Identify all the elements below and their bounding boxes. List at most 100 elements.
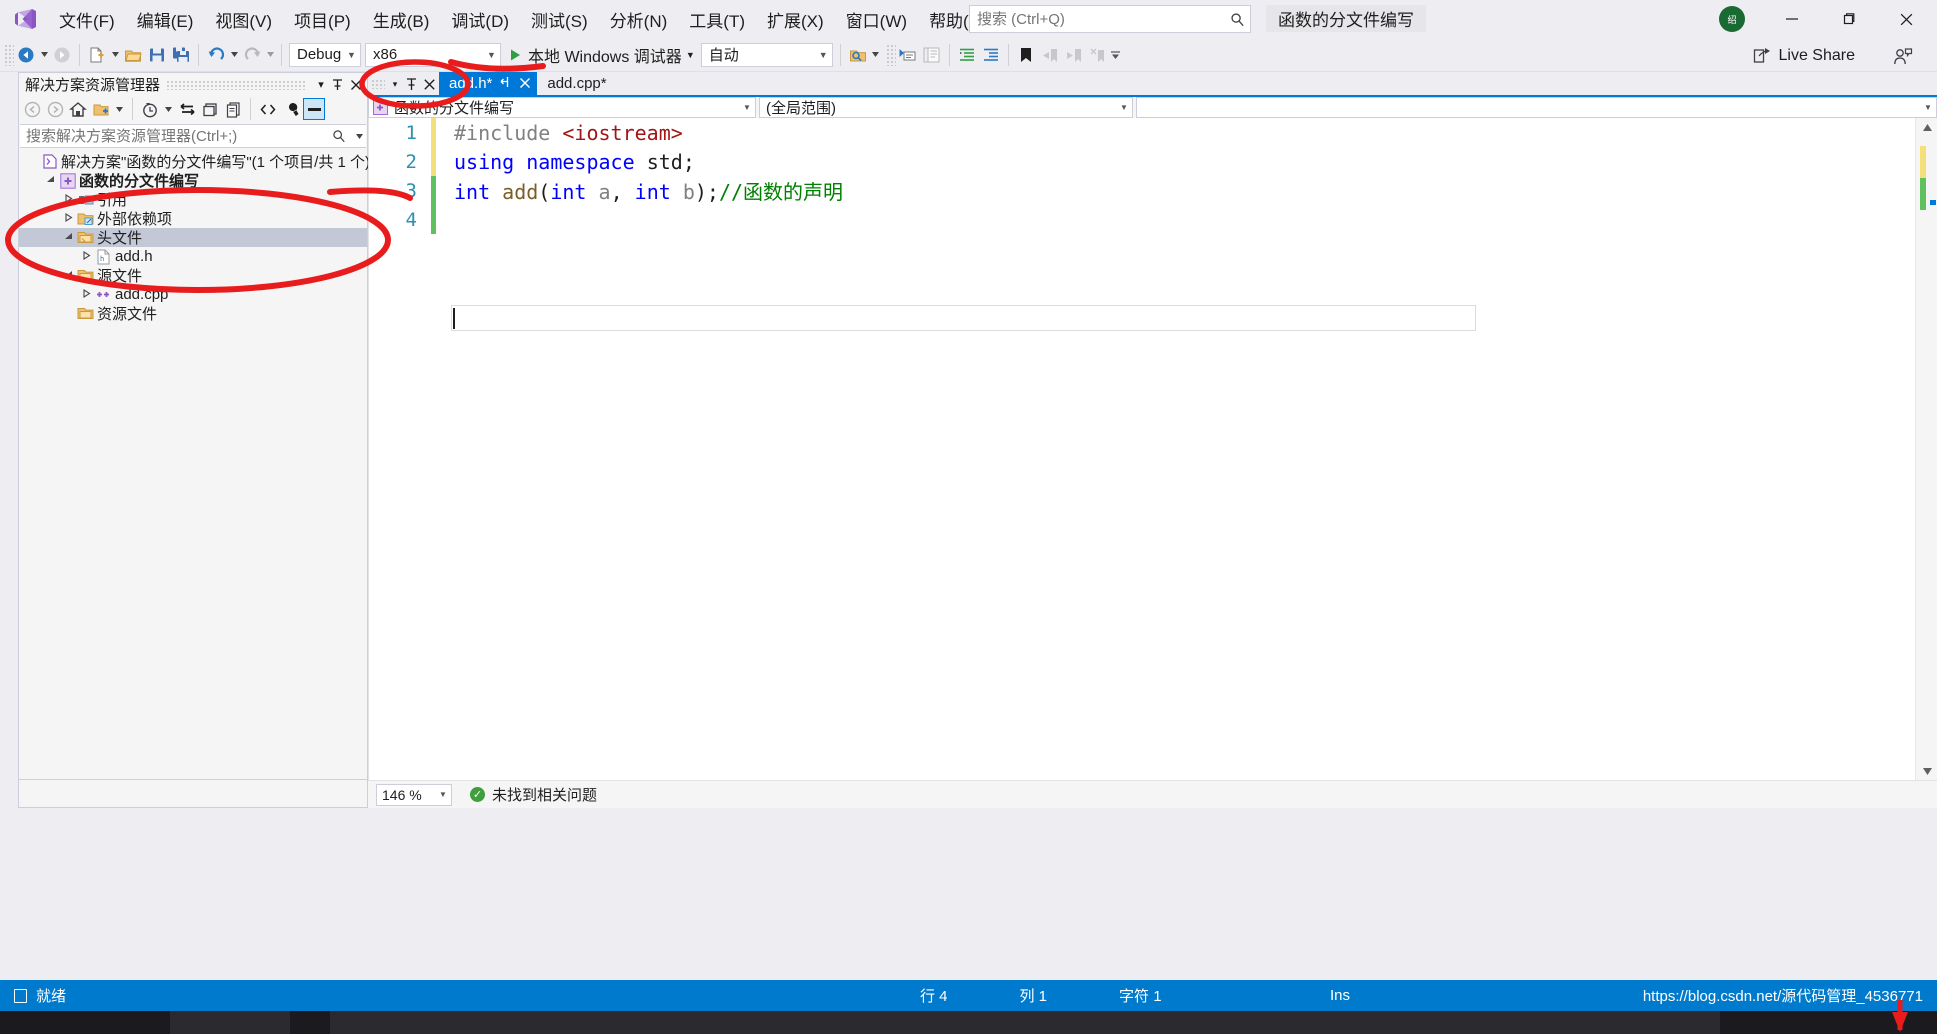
toggle-bookmark-icon[interactable]	[1014, 42, 1038, 68]
pin-icon[interactable]	[329, 75, 345, 95]
code-line[interactable]: 3 int add(int a, int b);//函数的声明	[369, 176, 1915, 205]
navbar-project-combo[interactable]: 函数的分文件编写 ▼	[368, 97, 756, 118]
navbar-member-combo[interactable]: ▼	[1136, 97, 1937, 118]
save-all-icon[interactable]	[169, 42, 193, 68]
chevron-collapsed-icon[interactable]	[61, 193, 76, 205]
pending-changes-dropdown-icon[interactable]	[162, 98, 175, 120]
increase-indent-icon[interactable]	[955, 42, 979, 68]
close-icon[interactable]	[1883, 0, 1929, 38]
find-in-files-icon[interactable]	[846, 42, 870, 68]
document-tab-add-cpp[interactable]: add.cpp*	[537, 72, 612, 95]
tree-node-8[interactable]: 资源文件	[19, 304, 367, 323]
zoom-level-combo[interactable]: 146 % ▼	[376, 783, 452, 806]
new-project-dropdown-icon[interactable]	[109, 42, 121, 68]
code-editor[interactable]: 1 #include <iostream> 2 using namespace std…	[368, 118, 1937, 780]
menu-item-build[interactable]: 生成(B)	[362, 3, 441, 36]
search-input[interactable]	[970, 6, 1224, 32]
menu-item-file[interactable]: 文件(F)	[48, 3, 126, 36]
solution-explorer-search-input[interactable]	[20, 125, 326, 147]
chevron-collapsed-icon[interactable]	[79, 288, 94, 300]
code-line[interactable]: 4	[369, 205, 1915, 234]
menu-item-test[interactable]: 测试(S)	[520, 3, 599, 36]
code-line[interactable]: 1 #include <iostream>	[369, 118, 1915, 147]
tree-node-6[interactable]: 源文件	[19, 266, 367, 285]
minimize-icon[interactable]	[1769, 0, 1815, 38]
menu-item-debug[interactable]: 调试(D)	[440, 3, 520, 36]
decrease-indent-icon[interactable]	[979, 42, 1003, 68]
feedback-person-icon[interactable]	[1889, 44, 1917, 68]
undo-icon[interactable]	[204, 42, 228, 68]
tree-node-5[interactable]: h add.h	[19, 247, 367, 266]
toolbar-grip[interactable]	[4, 43, 14, 66]
error-summary[interactable]: ✓ 未找到相关问题	[470, 784, 597, 805]
navbar-scope-combo[interactable]: (全局范围) ▼	[759, 97, 1133, 118]
comment-selection-icon[interactable]	[920, 42, 944, 68]
open-file-icon[interactable]	[121, 42, 145, 68]
menu-item-project[interactable]: 项目(P)	[283, 3, 362, 36]
chevron-expanded-icon[interactable]	[43, 175, 58, 186]
chevron-collapsed-icon[interactable]	[79, 250, 94, 262]
navigate-backward-icon[interactable]	[14, 42, 38, 68]
menu-item-analyze[interactable]: 分析(N)	[599, 3, 679, 36]
toggle-preview-pane-icon[interactable]	[303, 98, 325, 120]
preview-selected-items-icon[interactable]	[222, 98, 244, 120]
scroll-up-icon[interactable]	[1916, 118, 1937, 136]
tab-bar-drag-dots[interactable]	[371, 79, 385, 89]
start-debugging-button[interactable]: 本地 Windows 调试器 ▼	[503, 42, 699, 68]
redo-dropdown-icon[interactable]	[264, 42, 276, 68]
menu-item-window[interactable]: 窗口(W)	[835, 3, 918, 36]
code-line[interactable]: 2 using namespace std;	[369, 147, 1915, 176]
save-icon[interactable]	[145, 42, 169, 68]
close-icon[interactable]	[519, 76, 531, 92]
tree-node-3[interactable]: 外部依赖项	[19, 209, 367, 228]
collapse-all-dropdown-icon[interactable]	[113, 98, 126, 120]
navigate-backward-dropdown-icon[interactable]	[38, 42, 50, 68]
forward-icon[interactable]	[44, 98, 66, 120]
menu-item-view[interactable]: 视图(V)	[204, 3, 283, 36]
tree-node-1[interactable]: 函数的分文件编写	[19, 171, 367, 190]
editor-vertical-scrollbar[interactable]	[1915, 118, 1937, 780]
code-lines[interactable]: 1 #include <iostream> 2 using namespace std…	[369, 118, 1915, 780]
pin-icon[interactable]	[500, 76, 511, 91]
tree-node-0[interactable]: 解决方案"函数的分文件编写"(1 个项目/共 1 个)	[19, 152, 370, 171]
pin-icon[interactable]	[403, 73, 419, 95]
taskbar-item[interactable]	[330, 1011, 1720, 1034]
document-tab-add-h[interactable]: add.h*	[439, 72, 538, 95]
properties-wrench-icon[interactable]	[280, 98, 302, 120]
taskbar-item[interactable]	[170, 1011, 290, 1034]
toolbar-overflow-icon[interactable]	[1110, 42, 1122, 68]
scrollbar-thumb[interactable]	[1930, 200, 1936, 205]
avatar[interactable]: 绍	[1719, 6, 1745, 32]
search-dropdown-icon[interactable]	[352, 133, 366, 139]
show-all-files-icon[interactable]	[257, 98, 279, 120]
redo-icon[interactable]	[240, 42, 264, 68]
live-share-button[interactable]: Live Share	[1747, 43, 1862, 69]
pending-changes-icon[interactable]	[139, 98, 161, 120]
menu-item-edit[interactable]: 编辑(E)	[126, 3, 205, 36]
chevron-collapsed-icon[interactable]	[61, 212, 76, 224]
restore-icon[interactable]	[1826, 0, 1872, 38]
toolbar-grip[interactable]	[885, 43, 896, 66]
previous-bookmark-icon[interactable]	[1038, 42, 1062, 68]
solution-explorer-search[interactable]	[20, 124, 366, 148]
home-icon[interactable]	[67, 98, 89, 120]
find-dropdown-icon[interactable]	[870, 42, 882, 68]
undo-dropdown-icon[interactable]	[228, 42, 240, 68]
status-insert-mode[interactable]: Ins	[1330, 987, 1350, 1004]
tree-node-4[interactable]: 头文件	[19, 228, 367, 247]
next-bookmark-icon[interactable]	[1062, 42, 1086, 68]
tree-node-7[interactable]: add.cpp	[19, 285, 367, 304]
tree-node-2[interactable]: 引用	[19, 190, 367, 209]
scroll-down-icon[interactable]	[1916, 762, 1937, 780]
close-icon[interactable]	[345, 75, 367, 95]
navigate-forward-icon[interactable]	[50, 42, 74, 68]
solution-platform-combo[interactable]: x86 ▼	[365, 42, 501, 67]
solution-config-combo[interactable]: Debug ▼	[289, 42, 361, 67]
quick-replace-icon[interactable]	[896, 42, 920, 68]
global-search[interactable]	[969, 5, 1251, 33]
collapse-all-icon[interactable]	[90, 98, 112, 120]
chevron-expanded-icon[interactable]	[61, 270, 76, 281]
sync-with-active-document-icon[interactable]	[176, 98, 198, 120]
back-icon[interactable]	[21, 98, 43, 120]
attach-target-combo[interactable]: 自动 ▼	[700, 42, 833, 67]
